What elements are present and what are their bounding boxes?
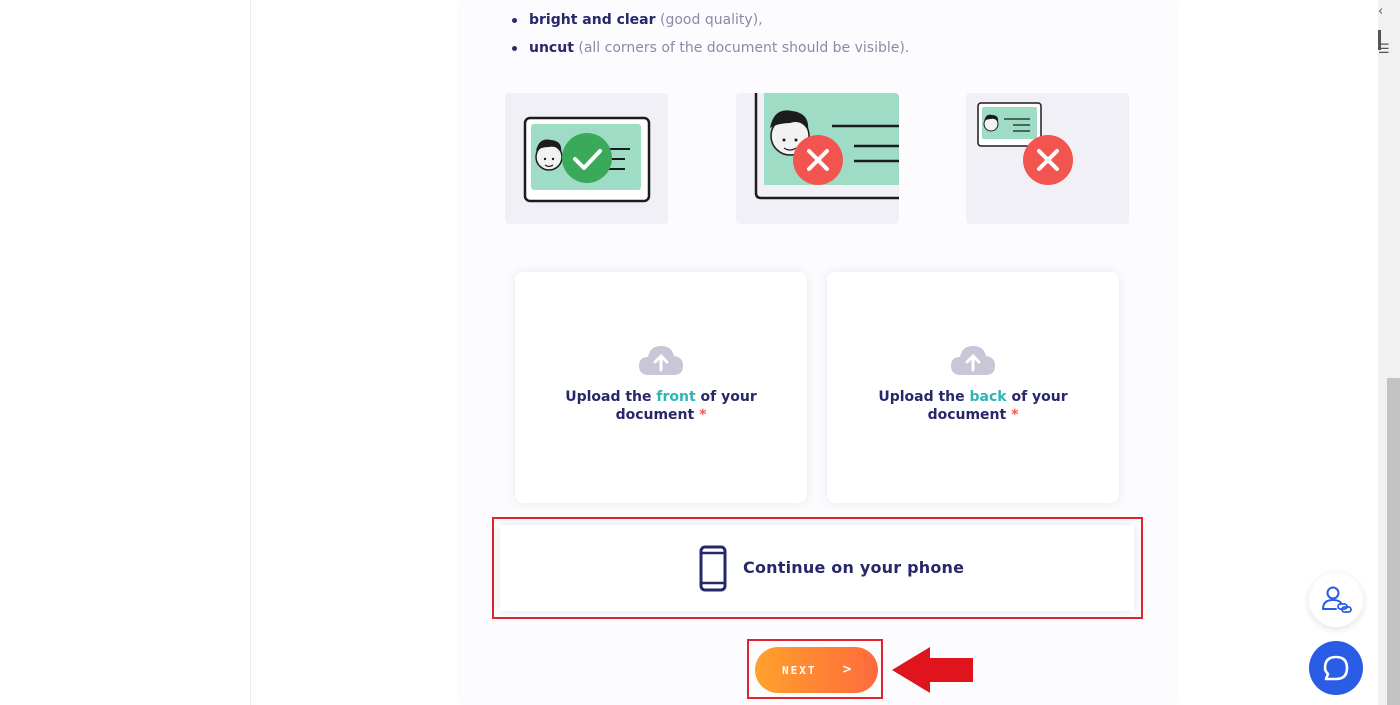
upload-front-label: Upload the front of your document * [565, 389, 757, 423]
upload-back-label: Upload the back of your document * [878, 389, 1068, 423]
cropped-example-illustration [736, 93, 899, 224]
collapse-arrow-icon[interactable]: ‹ [1378, 4, 1383, 19]
red-pointer-arrow-icon [892, 646, 974, 698]
page-left-divider [250, 0, 251, 705]
too-small-example-illustration [966, 93, 1129, 224]
check-icon [562, 133, 612, 183]
chevron-right-icon: > [842, 662, 855, 676]
profile-link-button[interactable] [1309, 573, 1363, 627]
upload-front-dropzone[interactable]: Upload the front of your document * [515, 272, 807, 503]
scrollbar-thumb[interactable] [1387, 378, 1400, 705]
next-button[interactable]: NEXT > [755, 647, 878, 693]
requirements-list: bright and clear (good quality), uncut (… [512, 6, 909, 62]
good-example-illustration [505, 93, 668, 224]
chat-bubble-icon [1323, 655, 1349, 681]
requirement-item: uncut (all corners of the document shoul… [512, 34, 909, 62]
smartphone-icon [699, 545, 727, 596]
cloud-upload-icon [638, 342, 684, 382]
chat-button[interactable] [1309, 641, 1363, 695]
cloud-upload-icon [950, 342, 996, 382]
upload-back-dropzone[interactable]: Upload the back of your document * [827, 272, 1119, 503]
requirement-item: bright and clear (good quality), [512, 6, 909, 34]
continue-on-phone-label: Continue on your phone [743, 558, 965, 577]
menu-lines-icon[interactable]: ☰ [1378, 42, 1390, 57]
profile-link-icon [1322, 586, 1352, 613]
